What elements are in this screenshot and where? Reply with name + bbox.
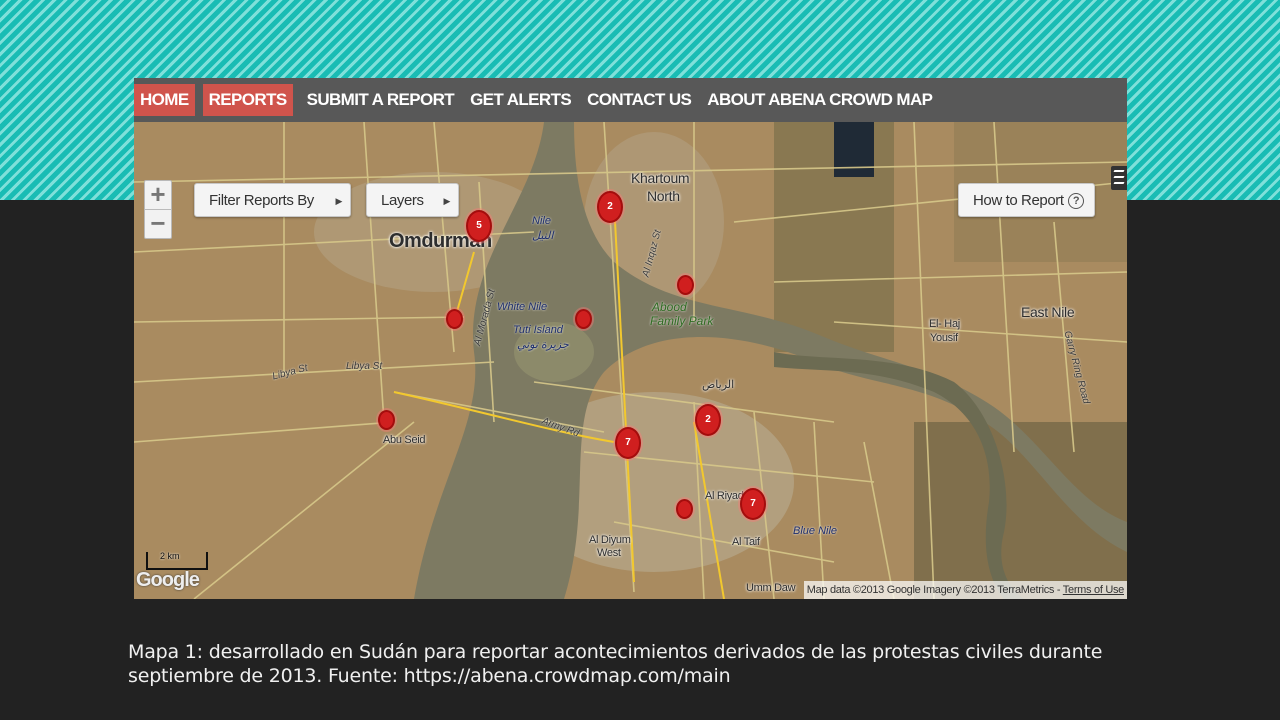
map-scale-bar: 2 km — [146, 551, 208, 570]
zoom-in-button[interactable]: + — [145, 181, 171, 209]
help-icon: ? — [1068, 193, 1084, 209]
nav-get-alerts[interactable]: GET ALERTS — [464, 84, 577, 116]
report-marker[interactable] — [378, 410, 395, 430]
label-white-nile: White Nile — [497, 301, 548, 313]
nav-reports[interactable]: REPORTS — [202, 84, 293, 116]
zoom-out-button[interactable]: − — [145, 210, 171, 238]
label-khartoum-north-2: North — [647, 188, 680, 204]
nav-submit-report[interactable]: SUBMIT A REPORT — [301, 84, 460, 116]
filter-reports-label: Filter Reports By — [209, 192, 314, 209]
layers-button[interactable]: Layers ▶ — [366, 183, 459, 217]
report-cluster-marker[interactable]: 5 — [466, 210, 492, 242]
chevron-right-icon: ▶ — [335, 196, 342, 206]
map-canvas[interactable]: + − Filter Reports By ▶ Layers ▶ How to … — [134, 122, 1127, 599]
report-marker[interactable] — [575, 309, 592, 329]
label-al-diyum-2: West — [597, 547, 621, 559]
label-blue-nile: Blue Nile — [793, 525, 838, 537]
layer-switcher-icon[interactable] — [1111, 166, 1127, 190]
label-nile-arabic: النيل — [532, 230, 554, 242]
report-marker[interactable] — [446, 309, 463, 329]
nav-about[interactable]: ABOUT ABENA CROWD MAP — [701, 84, 938, 116]
report-cluster-marker[interactable]: 2 — [695, 404, 721, 436]
label-khartoum-north-1: Khartoum — [631, 170, 690, 186]
report-marker[interactable] — [677, 275, 694, 295]
main-navbar: HOME REPORTS SUBMIT A REPORT GET ALERTS … — [134, 78, 1127, 122]
label-abood-park-1: Abood — [652, 300, 687, 314]
slide-caption: Mapa 1: desarrollado en Sudán para repor… — [128, 641, 1103, 687]
filter-reports-button[interactable]: Filter Reports By ▶ — [194, 183, 351, 217]
label-al-riyadh-arabic: الرياض — [702, 379, 735, 391]
label-nile: Nile — [532, 215, 551, 227]
report-marker[interactable] — [676, 499, 693, 519]
nav-contact-us[interactable]: CONTACT US — [581, 84, 697, 116]
nav-home[interactable]: HOME — [134, 84, 195, 116]
label-al-riyadh: Al Riyad — [705, 490, 744, 502]
label-al-diyum-1: Al Diyum — [589, 534, 631, 546]
terms-of-use-link[interactable]: Terms of Use — [1063, 584, 1125, 596]
map-attribution: Map data ©2013 Google Imagery ©2013 Terr… — [803, 581, 1127, 599]
label-tuti-arabic: جزيرة توتي — [517, 339, 569, 351]
layers-label: Layers — [381, 192, 424, 209]
label-tuti-island: Tuti Island — [513, 324, 563, 336]
label-abood-park-2: Family Park — [650, 314, 714, 328]
attribution-text: Map data ©2013 Google Imagery ©2013 Terr… — [806, 584, 1061, 596]
label-el-haj-yousif-1: El- Haj — [929, 318, 960, 330]
report-cluster-marker[interactable]: 7 — [615, 427, 641, 459]
zoom-control: + − — [144, 180, 172, 239]
label-al-taif: Al Taif — [732, 536, 760, 548]
label-abu-seid: Abu Seid — [383, 434, 426, 446]
label-east-nile: East Nile — [1021, 304, 1075, 320]
label-umm-daw: Umm Daw — [746, 582, 796, 594]
google-logo: Google — [136, 569, 200, 591]
how-to-report-label: How to Report — [973, 192, 1064, 209]
chevron-right-icon: ▶ — [443, 196, 450, 206]
scale-label: 2 km — [160, 551, 180, 561]
label-el-haj-yousif-2: Yousif — [930, 332, 958, 344]
report-cluster-marker[interactable]: 7 — [740, 488, 766, 520]
crowdmap-screenshot: HOME REPORTS SUBMIT A REPORT GET ALERTS … — [134, 78, 1127, 599]
how-to-report-button[interactable]: How to Report ? — [958, 183, 1095, 217]
label-libya-st-2: Libya St — [346, 361, 383, 372]
report-cluster-marker[interactable]: 2 — [597, 191, 623, 223]
